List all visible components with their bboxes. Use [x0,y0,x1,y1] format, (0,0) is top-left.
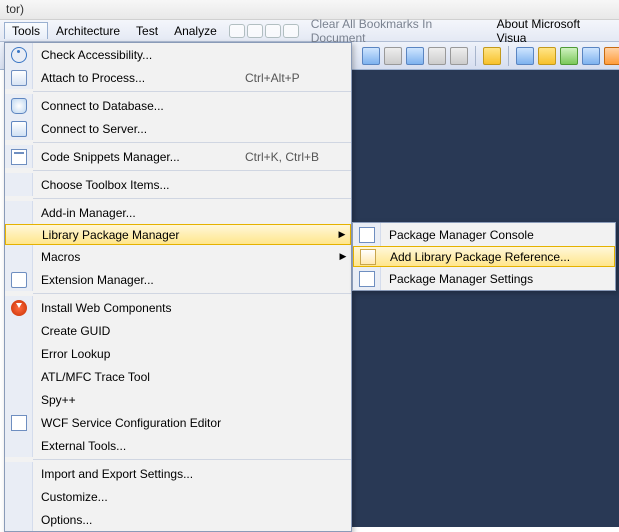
separator [33,170,351,171]
editor-background [352,70,619,527]
toolbar-icon-6[interactable] [483,47,501,65]
server-icon [11,121,27,137]
snippets-icon [11,149,27,165]
menu-addin-manager[interactable]: Add-in Manager... [5,201,351,224]
settings-icon [359,271,375,287]
menu-tools[interactable]: Tools [4,22,48,39]
toolbar-divider-2 [508,46,509,66]
package-icon [360,249,376,265]
title-text: tor) [6,2,24,16]
toolbar-icon-4[interactable] [428,47,446,65]
menu-code-snippets[interactable]: Code Snippets Manager... Ctrl+K, Ctrl+B [5,145,351,168]
menu-architecture[interactable]: Architecture [48,22,128,40]
menu-analyze[interactable]: Analyze [166,22,225,40]
accessibility-icon [11,47,27,63]
menu-customize[interactable]: Customize... [5,485,351,508]
attach-icon [11,70,27,86]
menu-bar: Tools Architecture Test Analyze Clear Al… [0,20,619,42]
database-icon [11,98,27,114]
toolbar-icon-2[interactable] [384,47,402,65]
submenu-package-manager-settings[interactable]: Package Manager Settings [353,267,615,290]
menu-error-lookup[interactable]: Error Lookup [5,342,351,365]
menu-check-accessibility[interactable]: Check Accessibility... [5,43,351,66]
bookmark-prev-icon[interactable] [229,24,245,38]
bookmark-next-doc-icon[interactable] [283,24,299,38]
menu-attach-to-process[interactable]: Attach to Process... Ctrl+Alt+P [5,66,351,89]
menu-atl-mfc-trace[interactable]: ATL/MFC Trace Tool [5,365,351,388]
menu-connect-database[interactable]: Connect to Database... [5,94,351,117]
bookmark-prev-doc-icon[interactable] [265,24,281,38]
menu-options[interactable]: Options... [5,508,351,531]
bookmark-icons [225,24,303,38]
toolbar-divider-1 [475,46,476,66]
download-icon [11,300,27,316]
menu-external-tools[interactable]: External Tools... [5,434,351,457]
menu-install-web-components[interactable]: Install Web Components [5,296,351,319]
toolbar-icon-8[interactable] [538,47,556,65]
separator [33,91,351,92]
menu-spy[interactable]: Spy++ [5,388,351,411]
separator [33,459,351,460]
menu-library-package-manager[interactable]: Library Package Manager ▶ [5,224,351,245]
toolbar-icon-5[interactable] [450,47,468,65]
extension-icon [11,272,27,288]
bookmark-next-icon[interactable] [247,24,263,38]
toolbar-icon-3[interactable] [406,47,424,65]
separator [33,198,351,199]
menu-choose-toolbox[interactable]: Choose Toolbox Items... [5,173,351,196]
separator [33,142,351,143]
menu-import-export-settings[interactable]: Import and Export Settings... [5,462,351,485]
submenu-package-manager-console[interactable]: Package Manager Console [353,223,615,246]
toolbar-icon-10[interactable] [582,47,600,65]
chevron-right-icon: ▶ [334,229,350,240]
menu-macros[interactable]: Macros ▶ [5,245,351,268]
console-icon [359,227,375,243]
separator [33,293,351,294]
toolbar-icon-1[interactable] [362,47,380,65]
toolbar-icons [362,42,619,69]
menu-test[interactable]: Test [128,22,166,40]
wcf-icon [11,415,27,431]
toolbar-icon-7[interactable] [516,47,534,65]
toolbar-icon-9[interactable] [560,47,578,65]
toolbar-icon-11[interactable] [604,47,619,65]
menu-extension-manager[interactable]: Extension Manager... [5,268,351,291]
chevron-right-icon: ▶ [335,251,351,262]
submenu-add-library-package-reference[interactable]: Add Library Package Reference... [353,246,615,267]
menu-create-guid[interactable]: Create GUID [5,319,351,342]
library-package-submenu: Package Manager Console Add Library Pack… [352,222,616,291]
menu-wcf-config[interactable]: WCF Service Configuration Editor [5,411,351,434]
menu-connect-server[interactable]: Connect to Server... [5,117,351,140]
tools-dropdown: Check Accessibility... Attach to Process… [4,42,352,532]
